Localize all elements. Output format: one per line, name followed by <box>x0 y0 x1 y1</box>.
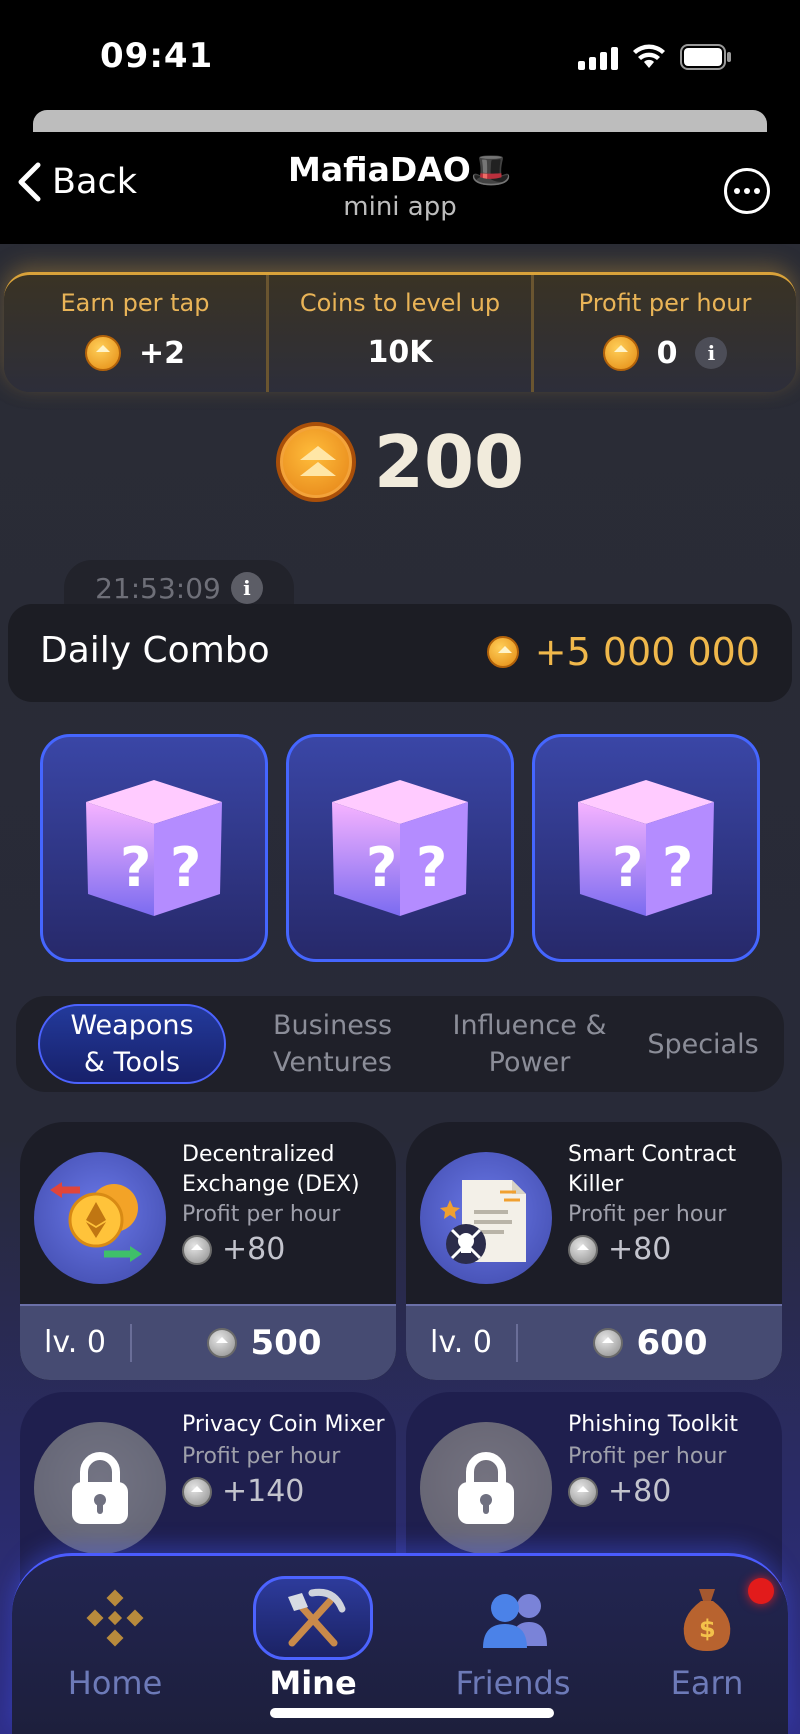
silver-coin-icon <box>568 1234 598 1265</box>
silver-coin-icon <box>592 1328 623 1358</box>
item-name: Decentralized Exchange (DEX) <box>182 1142 360 1197</box>
nav-home[interactable]: Home <box>40 1576 190 1702</box>
item-price: 500 <box>132 1323 396 1363</box>
tab-business-ventures[interactable]: Business Ventures <box>234 1007 431 1081</box>
nav-mine[interactable]: Mine <box>238 1576 388 1702</box>
svg-text:?: ? <box>120 836 151 899</box>
combo-cards: ? ? ? ? ? ? <box>40 734 760 962</box>
item-sub-label: Profit per hour <box>568 1202 727 1227</box>
battery-icon <box>680 44 732 70</box>
home-indicator <box>270 1708 554 1718</box>
wifi-icon <box>632 44 666 70</box>
nav-label: Home <box>67 1664 163 1702</box>
nav-label: Earn <box>670 1664 744 1702</box>
mystery-box-card[interactable]: ? ? <box>532 734 760 962</box>
balance-value: 200 <box>373 420 525 504</box>
item-sub-label: Profit per hour <box>568 1444 727 1469</box>
sheet-handle <box>33 110 767 132</box>
upgrade-card-dex[interactable]: Decentralized Exchange (DEX) Profit per … <box>20 1122 396 1380</box>
item-profit: +80 <box>568 1232 671 1267</box>
item-price: 600 <box>518 1323 782 1363</box>
status-bar: 09:41 <box>0 0 800 110</box>
item-name: Privacy Coin Mixer <box>182 1412 385 1437</box>
gold-coin-icon <box>275 422 356 502</box>
coin-balance: 200 <box>0 420 800 504</box>
stat-label: Earn per tap <box>60 289 210 317</box>
item-footer: lv. 0 500 <box>20 1304 396 1380</box>
svg-text:?: ? <box>662 836 693 899</box>
stat-label: Coins to level up <box>299 289 501 317</box>
smart-contract-icon <box>420 1152 552 1284</box>
dex-exchange-icon <box>34 1152 166 1284</box>
upgrade-card-smart-contract-killer[interactable]: Smart Contract Killer Profit per hour +8… <box>406 1122 782 1380</box>
silver-coin-icon <box>568 1476 598 1507</box>
item-level: lv. 0 <box>406 1324 518 1362</box>
nav-label: Mine <box>269 1664 357 1702</box>
svg-text:?: ? <box>170 836 201 899</box>
app-title: MafiaDAO🎩 <box>288 150 512 189</box>
cellular-signal-icon <box>578 46 618 70</box>
mystery-box-card[interactable]: ? ? <box>40 734 268 962</box>
info-icon[interactable]: i <box>695 337 728 369</box>
item-level: lv. 0 <box>20 1324 132 1362</box>
friends-icon <box>453 1576 573 1660</box>
item-name: Smart Contract Killer <box>568 1142 737 1197</box>
svg-text:?: ? <box>366 836 397 899</box>
status-icons <box>578 44 732 70</box>
item-name: Phishing Toolkit <box>568 1412 738 1437</box>
daily-combo-reward: +5 000 000 <box>486 630 760 674</box>
mystery-box-card[interactable]: ? ? <box>286 734 514 962</box>
nav-label: Friends <box>455 1664 571 1702</box>
silver-coin-icon <box>182 1234 212 1265</box>
svg-text:?: ? <box>612 836 643 899</box>
gold-coin-icon <box>84 335 121 371</box>
tab-influence-power[interactable]: Influence & Power <box>431 1007 628 1081</box>
stat-earn-per-tap: Earn per tap +2 <box>4 275 266 392</box>
stat-value: +2 <box>138 335 185 371</box>
binance-icon <box>55 1576 175 1660</box>
tab-specials[interactable]: Specials <box>628 1026 778 1063</box>
app-content: Earn per tap +2 Coins to level up 10K Pr… <box>0 244 800 1734</box>
stat-value: 0 <box>656 335 678 371</box>
lock-icon <box>34 1422 166 1554</box>
stat-label: Profit per hour <box>578 289 752 317</box>
pickaxe-shovel-icon <box>253 1576 373 1660</box>
stat-profit-per-hour: Profit per hour 0 i <box>531 275 796 392</box>
more-options-button[interactable] <box>724 168 770 214</box>
silver-coin-icon <box>182 1476 212 1507</box>
silver-coin-icon <box>206 1328 237 1358</box>
mystery-box-icon: ? ? <box>578 780 714 916</box>
item-profit: +80 <box>568 1474 671 1509</box>
stat-coins-to-level-up: Coins to level up 10K <box>266 275 531 392</box>
mystery-box-icon: ? ? <box>332 780 468 916</box>
daily-combo-bar[interactable]: Daily Combo +5 000 000 <box>8 604 792 702</box>
app-subtitle: mini app <box>343 192 457 222</box>
gold-coin-icon <box>602 335 639 371</box>
timer-value: 21:53:09 <box>95 571 221 605</box>
item-profit: +140 <box>182 1474 304 1509</box>
lock-icon <box>420 1422 552 1554</box>
svg-text:?: ? <box>416 836 447 899</box>
item-profit: +80 <box>182 1232 285 1267</box>
stats-panel: Earn per tap +2 Coins to level up 10K Pr… <box>4 272 796 392</box>
nav-friends[interactable]: Friends <box>438 1576 588 1702</box>
svg-text:$: $ <box>699 1615 716 1643</box>
item-footer: lv. 0 600 <box>406 1304 782 1380</box>
bottom-navigation: Home Mine Friends $ Earn <box>12 1553 788 1734</box>
item-sub-label: Profit per hour <box>182 1444 341 1469</box>
notification-badge <box>748 1578 774 1604</box>
telegram-header: Back MafiaDAO🎩 mini app <box>0 132 800 244</box>
mystery-box-icon: ? ? <box>86 780 222 916</box>
item-sub-label: Profit per hour <box>182 1202 341 1227</box>
reward-value: +5 000 000 <box>534 630 760 674</box>
info-icon[interactable]: i <box>230 572 263 604</box>
gold-coin-icon <box>486 636 519 668</box>
daily-combo-title: Daily Combo <box>40 630 270 671</box>
category-tabs: Weapons & Tools Business Ventures Influenc… <box>16 996 784 1092</box>
status-time: 09:41 <box>100 36 214 76</box>
stat-value: 10K <box>367 335 433 370</box>
tab-weapons-tools[interactable]: Weapons & Tools <box>38 1004 226 1084</box>
nav-earn[interactable]: $ Earn <box>632 1576 782 1702</box>
upgrade-cards-grid: Decentralized Exchange (DEX) Profit per … <box>20 1122 782 1582</box>
